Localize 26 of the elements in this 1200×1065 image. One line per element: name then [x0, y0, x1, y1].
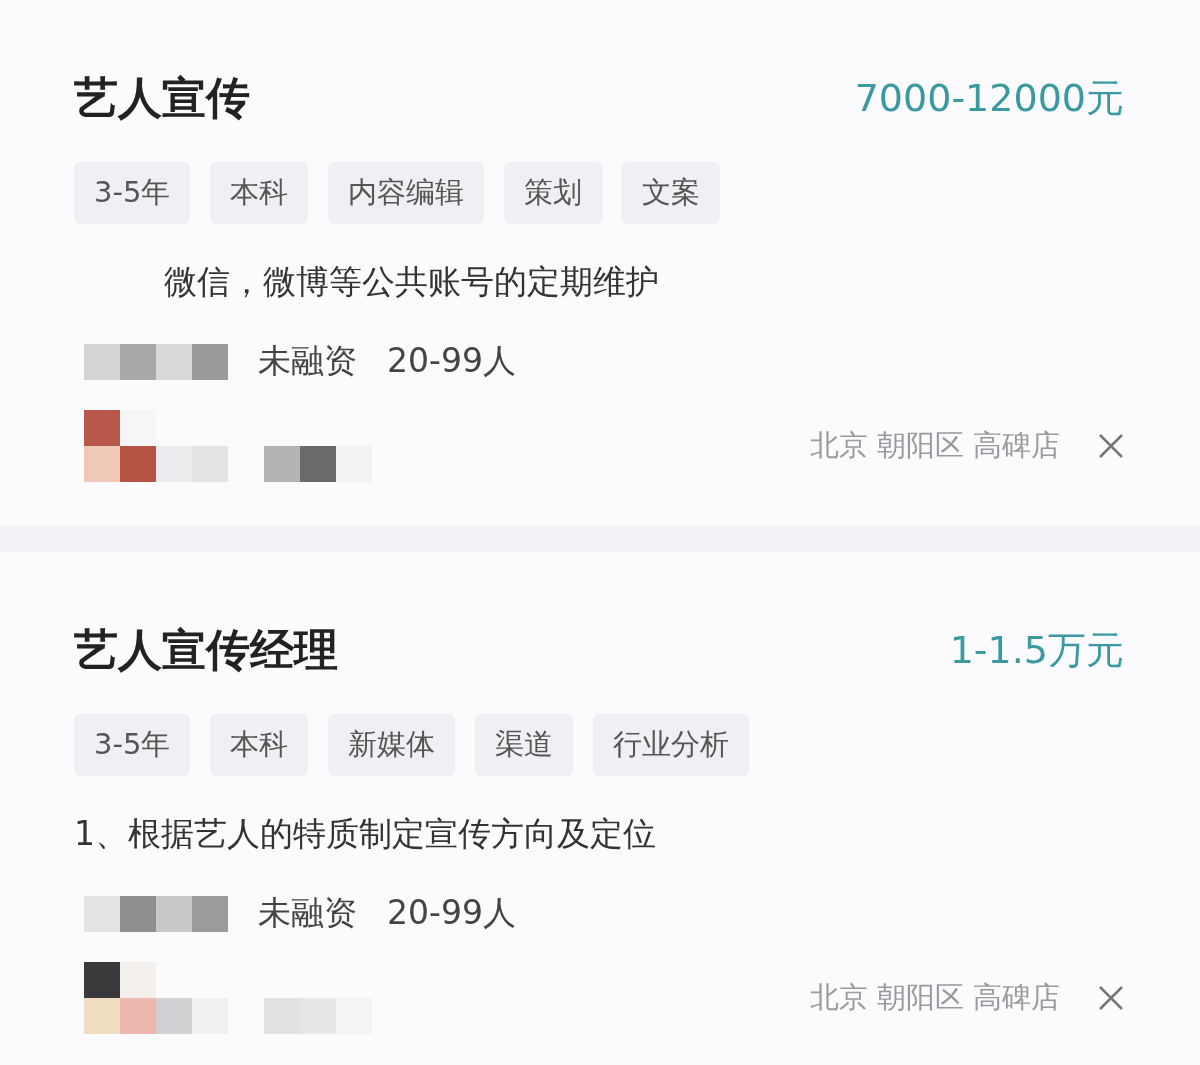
job-tag: 本科 [210, 162, 309, 224]
job-description: 1、根据艺人的特质制定宣传方向及定位 [74, 813, 657, 855]
company-size: 20-99人 [387, 340, 516, 382]
job-location: 北京 朝阳区 高碑店 [809, 427, 1060, 464]
job-tag: 渠道 [475, 714, 574, 776]
job-tag: 新媒体 [328, 714, 456, 776]
salary: 1-1.5万元 [949, 626, 1124, 674]
job-title: 艺人宣传经理 [74, 622, 338, 677]
job-tag: 行业分析 [593, 714, 750, 776]
job-description: 微信，微博等公共账号的定期维护 [163, 261, 660, 303]
funding-stage: 未融资 [258, 340, 357, 382]
job-tag: 本科 [210, 714, 309, 776]
job-card[interactable]: 艺人宣传经理 1-1.5万元 3-5年 本科 新媒体 渠道 行业分析 1、根据艺人的特质制定宣传方向及定位 未融资 20-99人 北京 朝阳区 高碑店 [0, 552, 1200, 1065]
job-tag: 策划 [504, 162, 603, 224]
funding-stage: 未融资 [258, 892, 357, 934]
job-tag: 3-5年 [74, 162, 191, 224]
job-title: 艺人宣传 [74, 70, 250, 125]
job-tag: 文案 [622, 162, 721, 224]
salary: 7000-12000元 [854, 74, 1124, 122]
job-tag: 内容编辑 [328, 162, 485, 224]
close-icon[interactable] [1098, 433, 1124, 459]
job-tag: 3-5年 [74, 714, 191, 776]
close-icon[interactable] [1098, 985, 1124, 1011]
job-location: 北京 朝阳区 高碑店 [809, 979, 1060, 1016]
job-card[interactable]: 艺人宣传 7000-12000元 3-5年 本科 内容编辑 策划 文案 微信，微博等公共账号的定期维护 未融资 20-99人 北京 朝阳区 高碑店 [0, 0, 1200, 526]
company-size: 20-99人 [387, 892, 516, 934]
